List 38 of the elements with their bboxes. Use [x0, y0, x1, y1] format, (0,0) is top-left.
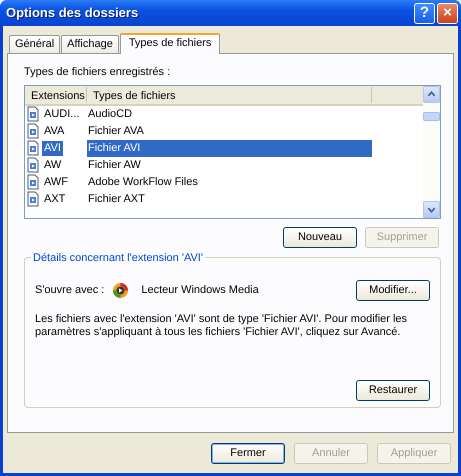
column-header[interactable]: Extensions: [25, 86, 87, 102]
help-button[interactable]: ?: [414, 2, 435, 24]
scroll-thumb[interactable]: [423, 112, 440, 120]
list-row[interactable]: AW Fichier AW: [25, 156, 423, 174]
list-row[interactable]: AXT Fichier AXT: [25, 190, 423, 208]
close-dialog-button[interactable]: Fermer: [211, 442, 285, 464]
list-row[interactable]: AWF Adobe WorkFlow Files: [25, 174, 423, 190]
tab[interactable]: Affichage: [61, 35, 119, 53]
list-row[interactable]: AUDI... AudioCD: [25, 106, 423, 122]
scroll-down-icon[interactable]: [423, 200, 440, 218]
list-label: Types de fichiers enregistrés :: [24, 65, 172, 80]
table-cell-text: AXT: [43, 192, 66, 206]
scrollbar[interactable]: [423, 86, 440, 218]
change-button[interactable]: Modifier...: [356, 280, 430, 300]
description-text: Les fichiers avec l'extension 'AVI' sont de type 'Fichier AVI'. Pour modifier les paramètres s'appliquant à tous les fichiers 'Fichier AVI', cliquez sur Avancé.: [35, 312, 408, 338]
restore-button[interactable]: Restaurer: [356, 380, 430, 400]
table-cell-text: Fichier AXT: [87, 192, 146, 206]
table-cell-text: AUDI...: [43, 106, 80, 122]
tab[interactable]: Types de fichiers: [120, 33, 220, 54]
window-title: Options des dossiers: [6, 4, 138, 22]
table-cell: AVI: [42, 140, 63, 156]
tab[interactable]: Général: [9, 35, 60, 53]
table-cell-text: AWF: [43, 174, 70, 190]
table-cell: Fichier AVI: [87, 140, 372, 156]
application-name: Lecteur Windows Media: [141, 282, 259, 298]
column-header[interactable]: Types de fichiers: [87, 86, 372, 102]
new-button[interactable]: Nouveau: [283, 226, 357, 248]
table-cell-text: Adobe WorkFlow Files: [87, 174, 199, 190]
list-row[interactable]: AVI Fichier AVI: [25, 140, 423, 156]
opens-with-label: S'ouvre avec :: [35, 282, 104, 298]
media-player-icon: [112, 282, 130, 298]
table-cell-text: AVA: [43, 124, 66, 138]
table-cell-text: Fichier AVA: [87, 124, 145, 138]
table-cell-text: AudioCD: [87, 106, 134, 122]
scroll-up-icon[interactable]: [423, 86, 440, 102]
list-row[interactable]: AVA Fichier AVA: [25, 122, 423, 140]
table-cell-text: AW: [43, 158, 62, 172]
table-cell-text: Fichier AW: [87, 158, 142, 172]
